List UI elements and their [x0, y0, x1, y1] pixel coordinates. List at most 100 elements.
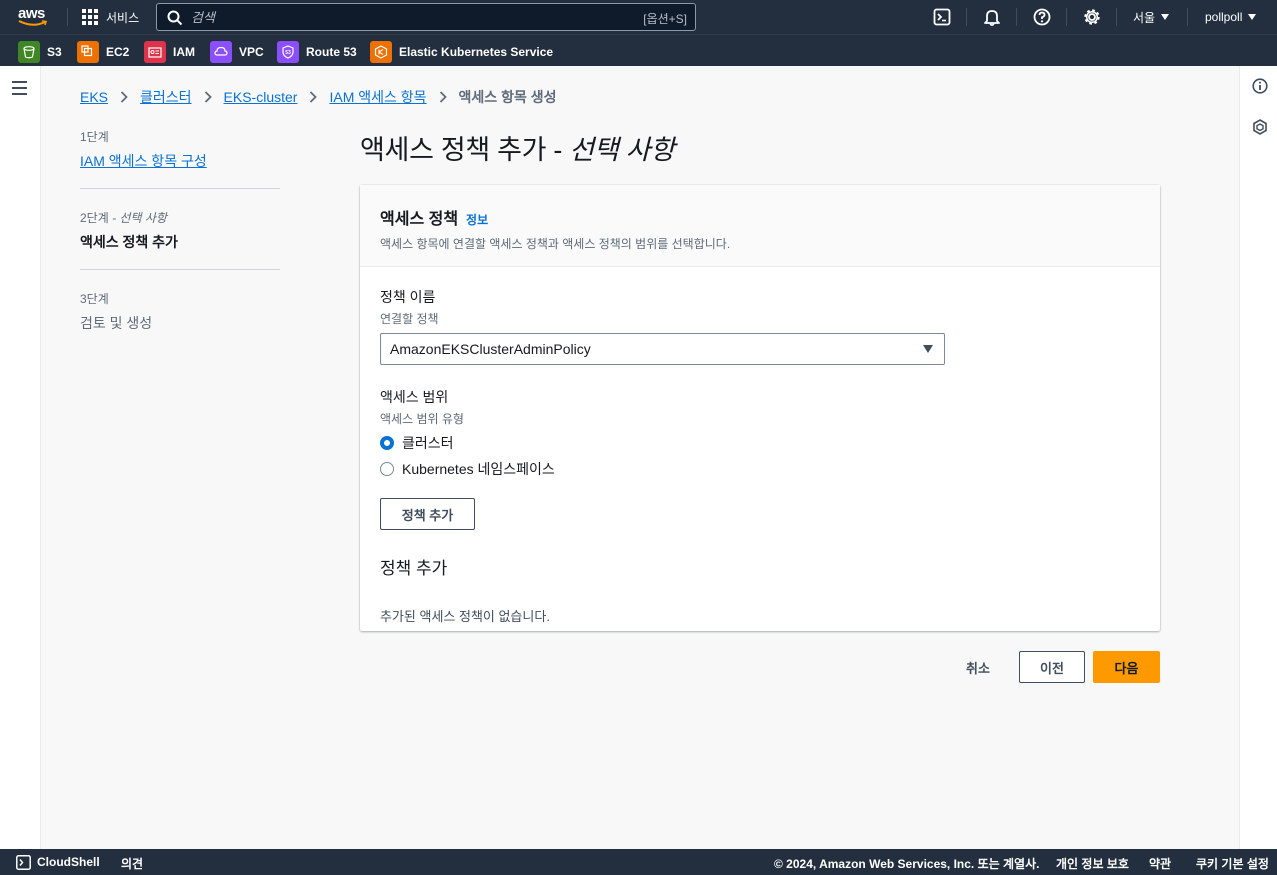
favorite-s3[interactable]: S3	[18, 41, 62, 63]
top-navigation: aws 서비스 [옵션+S] 서울 poll	[0, 0, 1277, 34]
scope-option-namespace[interactable]: Kubernetes 네임스페이스	[380, 459, 1140, 479]
dropdown-caret-icon	[923, 345, 933, 353]
favorite-vpc[interactable]: VPC	[210, 41, 264, 63]
access-policy-container: 액세스 정책 정보 액세스 항목에 연결할 액세스 정책과 액세스 정책의 범위…	[360, 185, 1160, 631]
info-icon[interactable]	[1252, 78, 1268, 94]
policy-name-description: 연결할 정책	[380, 312, 439, 326]
container-title: 액세스 정책	[380, 211, 459, 228]
services-label: 서비스	[106, 10, 140, 25]
search-bar[interactable]: [옵션+S]	[156, 3, 696, 31]
step-number-text: 2단계	[80, 211, 109, 225]
breadcrumb-link-clusters[interactable]: 클러스터	[140, 87, 192, 107]
favorite-ec2[interactable]: EC2	[77, 41, 129, 63]
notifications-bell-icon[interactable]	[982, 7, 1002, 27]
step-2-label-active: 액세스 정책 추가	[80, 234, 178, 250]
favorite-route53[interactable]: 53 Route 53	[277, 41, 357, 63]
radio-button[interactable]	[380, 462, 394, 476]
aws-smile-icon	[18, 20, 48, 26]
policy-name-select[interactable]: AmazonEKSClusterAdminPolicy	[380, 333, 945, 365]
left-navigation-rail	[0, 66, 41, 849]
wizard-step-1: 1단계 IAM 액세스 항목 구성	[80, 128, 280, 189]
added-policies-title: 정책 추가	[380, 559, 448, 578]
route53-shield-icon: 53	[277, 41, 299, 63]
search-input[interactable]	[191, 8, 591, 26]
policy-name-label: 정책 이름	[380, 289, 436, 305]
add-policy-button[interactable]: 정책 추가	[380, 498, 475, 530]
copyright-text: © 2024, Amazon Web Services, Inc. 또는 계열사…	[774, 857, 1040, 871]
step-3-label: 검토 및 생성	[80, 315, 153, 331]
container-header: 액세스 정책 정보 액세스 항목에 연결할 액세스 정책과 액세스 정책의 범위…	[360, 185, 1160, 267]
container-body: 정책 이름 연결할 정책 AmazonEKSClusterAdminPolicy…	[360, 267, 1160, 643]
chevron-right-icon	[439, 91, 447, 103]
aws-logo[interactable]: aws	[16, 4, 52, 30]
privacy-link[interactable]: 개인 정보 보호	[1056, 855, 1129, 872]
favorite-label: Elastic Kubernetes Service	[399, 45, 554, 59]
wizard-step-2: 2단계 - 선택 사항 액세스 정책 추가	[80, 209, 280, 270]
nav-divider	[1016, 8, 1017, 26]
footer-bar: CloudShell 의견 © 2024, Amazon Web Service…	[0, 849, 1277, 875]
breadcrumb-link-cluster[interactable]: EKS-cluster	[224, 89, 298, 105]
policy-selected-value: AmazonEKSClusterAdminPolicy	[390, 341, 591, 357]
scope-option-cluster[interactable]: 클러스터	[380, 433, 1140, 453]
nav-divider	[1116, 8, 1117, 26]
nav-divider	[1187, 8, 1188, 26]
region-selector[interactable]: 서울	[1133, 0, 1170, 34]
step-1-link[interactable]: IAM 액세스 항목 구성	[80, 153, 207, 169]
step-number: 3단계	[80, 292, 109, 306]
menu-hamburger-icon[interactable]	[12, 81, 27, 99]
search-shortcut-hint: [옵션+S]	[643, 12, 687, 26]
nav-divider	[67, 8, 68, 26]
hexagon-resource-icon[interactable]	[1252, 119, 1268, 135]
breadcrumb-link-access-entries[interactable]: IAM 액세스 항목	[329, 87, 426, 107]
cloudshell-link[interactable]: CloudShell	[37, 855, 100, 869]
access-scope-description: 액세스 범위 유형	[380, 412, 464, 426]
region-label: 서울	[1133, 10, 1156, 25]
access-scope-label: 액세스 범위	[380, 389, 449, 405]
page-title: 액세스 정책 추가 - 선택 사항	[360, 128, 675, 167]
favorite-label: VPC	[239, 45, 264, 59]
favorites-bar: S3 EC2 IAM VPC 53 Route 53 Elastic Kuber…	[0, 34, 1277, 66]
radio-button-checked[interactable]	[380, 436, 394, 450]
nav-divider	[1066, 8, 1067, 26]
feedback-link[interactable]: 의견	[121, 855, 143, 872]
favorite-label: S3	[47, 45, 62, 59]
vpc-cloud-icon	[210, 41, 232, 63]
right-tools-rail	[1239, 66, 1277, 849]
page-title-text: 액세스 정책 추가 -	[360, 135, 570, 165]
breadcrumb-link-eks[interactable]: EKS	[80, 89, 108, 105]
wizard-step-3: 3단계 검토 및 생성	[80, 290, 280, 350]
radio-label: 클러스터	[402, 435, 454, 451]
favorite-label: Route 53	[306, 45, 357, 59]
step-number: 1단계	[80, 130, 109, 144]
cloudshell-icon[interactable]	[932, 7, 952, 27]
breadcrumb: EKS 클러스터 EKS-cluster IAM 액세스 항목 액세스 항목 생…	[80, 88, 557, 106]
eks-hexagon-icon	[370, 41, 392, 63]
ec2-chip-icon	[77, 41, 99, 63]
terms-link[interactable]: 약관	[1149, 855, 1171, 872]
services-grid-icon	[82, 9, 98, 25]
page-title-optional: 선택 사항	[569, 135, 675, 165]
account-username: pollpoll	[1205, 10, 1243, 24]
step-number: 2단계 - 선택 사항	[80, 209, 280, 226]
next-button[interactable]: 다음	[1093, 651, 1160, 683]
chevron-right-icon	[309, 91, 318, 103]
cloudshell-icon[interactable]	[16, 855, 31, 870]
caret-down-icon	[1161, 14, 1170, 20]
account-menu[interactable]: pollpoll	[1205, 0, 1257, 34]
favorite-iam[interactable]: IAM	[144, 41, 195, 63]
favorite-label: EC2	[106, 45, 130, 59]
chevron-right-icon	[204, 91, 212, 103]
favorite-eks[interactable]: Elastic Kubernetes Service	[370, 41, 553, 63]
settings-gear-icon[interactable]	[1082, 7, 1102, 27]
step-optional-label: - 선택 사항	[108, 211, 167, 225]
previous-button[interactable]: 이전	[1019, 651, 1085, 683]
container-description: 액세스 항목에 연결할 액세스 정책과 액세스 정책의 범위를 선택합니다.	[380, 237, 731, 251]
radio-label: Kubernetes 네임스페이스	[402, 461, 555, 477]
empty-policies-message: 추가된 액세스 정책이 없습니다.	[380, 609, 550, 624]
cancel-button[interactable]: 취소	[958, 651, 998, 683]
cookie-preferences-link[interactable]: 쿠키 기본 설정	[1196, 855, 1269, 872]
services-menu-button[interactable]: 서비스	[82, 0, 139, 34]
nav-divider	[966, 8, 967, 26]
help-icon[interactable]	[1032, 7, 1052, 27]
info-link[interactable]: 정보	[466, 211, 488, 228]
